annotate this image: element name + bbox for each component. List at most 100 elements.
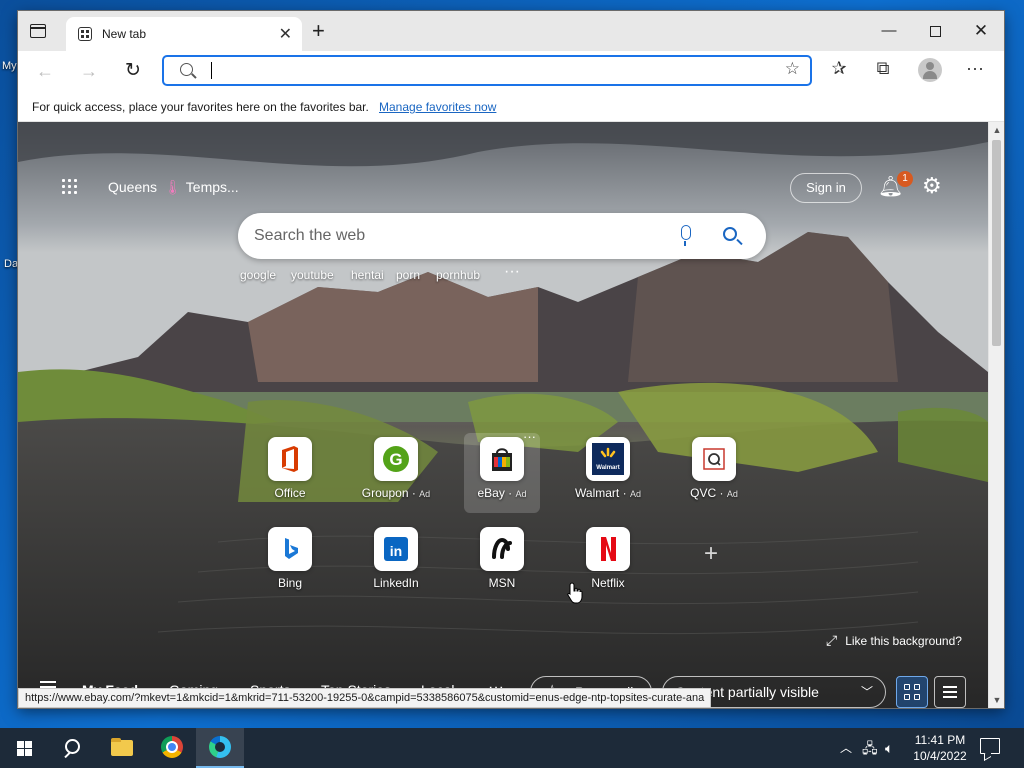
tile-label: Walmart xyxy=(575,486,620,500)
quick-link-tile[interactable]: QVC · Ad xyxy=(676,433,752,509)
walmart-icon: Walmart xyxy=(586,437,630,481)
clock-time: 11:41 PM xyxy=(914,733,966,747)
quick-link-tile[interactable]: G Groupon · Ad xyxy=(358,433,434,509)
ad-label: Ad xyxy=(726,489,738,499)
trending-item[interactable]: google xyxy=(240,268,276,282)
new-tab-favicon-icon xyxy=(78,27,92,41)
taskbar: ︿ 🖧 🔈︎ 11:41 PM 10/4/2022 xyxy=(0,728,1024,768)
web-search-input[interactable] xyxy=(254,225,654,247)
show-hidden-icons-icon[interactable]: ︿ xyxy=(840,728,852,768)
add-quick-link-icon[interactable]: + xyxy=(704,540,718,568)
trending-item[interactable]: pornhub xyxy=(436,268,480,282)
background-image xyxy=(18,122,988,708)
tile-label: Office xyxy=(274,486,306,500)
start-button[interactable] xyxy=(0,728,48,768)
address-input[interactable] xyxy=(208,60,768,82)
office-icon xyxy=(268,437,312,481)
favorites-icon[interactable]: ✰ xyxy=(826,58,852,79)
tab-actions-icon[interactable] xyxy=(30,24,46,38)
list-view-button[interactable] xyxy=(934,676,966,708)
close-window-button[interactable]: ✕ xyxy=(958,11,1004,51)
link-status-bar: https://www.ebay.com/?mkevt=1&mkcid=1&mk… xyxy=(18,688,712,708)
apps-launcher-icon[interactable] xyxy=(62,179,78,195)
volume-icon[interactable]: 🔈︎ xyxy=(885,728,893,768)
quick-link-tile[interactable]: ··· eBay · Ad xyxy=(464,429,540,513)
network-icon[interactable]: 🖧 xyxy=(862,728,878,768)
tile-label: eBay xyxy=(477,486,505,500)
favorites-bar-message: For quick access, place your favorites h… xyxy=(32,100,369,114)
msn-icon xyxy=(480,527,524,571)
add-favorite-icon[interactable]: ☆ xyxy=(785,59,800,79)
svg-text:Walmart: Walmart xyxy=(596,465,619,471)
trending-item[interactable]: hentai xyxy=(351,268,384,282)
sign-in-button[interactable]: Sign in xyxy=(790,173,862,203)
tile-label: Bing xyxy=(277,576,303,590)
like-background-button[interactable]: ⤢ Like this background? xyxy=(826,632,962,649)
file-explorer-icon[interactable] xyxy=(98,728,146,768)
quick-link-tile[interactable]: in LinkedIn xyxy=(358,523,434,599)
scroll-up-icon[interactable]: ▲ xyxy=(989,122,1004,138)
desktop-icon-label[interactable]: My xyxy=(2,60,17,72)
manage-favorites-link[interactable]: Manage favorites now xyxy=(379,100,496,114)
scroll-down-icon[interactable]: ▼ xyxy=(989,692,1004,708)
quick-link-tile[interactable]: MSN xyxy=(464,523,540,599)
svg-text:in: in xyxy=(390,543,402,559)
action-center-icon[interactable] xyxy=(980,738,1000,754)
address-bar[interactable]: ☆ xyxy=(162,55,812,86)
search-icon xyxy=(180,63,193,76)
grid-view-button[interactable] xyxy=(896,676,928,708)
chevron-down-icon: ﹀ xyxy=(860,685,873,699)
profile-avatar[interactable] xyxy=(918,58,942,82)
trending-item[interactable]: youtube xyxy=(291,268,334,282)
taskbar-search-icon[interactable] xyxy=(48,728,96,768)
thermometer-icon: 🌡 xyxy=(164,179,182,195)
tile-label: MSN xyxy=(488,576,516,590)
vertical-scrollbar[interactable]: ▲ ▼ xyxy=(988,122,1004,708)
browser-window: New tab ✕ + — ✕ ← → ↻ ☆ ✰ ⧉ ··· For quic… xyxy=(18,11,1004,708)
weather-widget[interactable]: 🌡 Temps... xyxy=(164,179,239,196)
bing-icon xyxy=(268,527,312,571)
linkedin-icon: in xyxy=(374,527,418,571)
edge-icon[interactable] xyxy=(196,728,244,768)
desktop-icon-label[interactable]: Da xyxy=(4,258,18,270)
collections-icon[interactable]: ⧉ xyxy=(870,58,896,79)
text-caret xyxy=(211,62,212,79)
quick-link-tile[interactable]: Walmart Walmart · Ad xyxy=(570,433,646,509)
chrome-icon[interactable] xyxy=(148,728,196,768)
tile-more-options-icon[interactable]: ··· xyxy=(523,429,536,444)
tab-title: New tab xyxy=(102,27,147,41)
tab-new-tab[interactable]: New tab ✕ xyxy=(66,17,302,51)
svg-text:G: G xyxy=(389,450,402,469)
ad-label: Ad xyxy=(629,489,641,499)
new-tab-button[interactable]: + xyxy=(312,20,325,42)
notification-badge: 1 xyxy=(897,171,913,187)
favorites-bar: For quick access, place your favorites h… xyxy=(18,91,1004,122)
qvc-icon xyxy=(692,437,736,481)
maximize-button[interactable] xyxy=(912,11,958,51)
reload-button[interactable]: ↻ xyxy=(120,59,146,83)
taskbar-clock[interactable]: 11:41 PM 10/4/2022 xyxy=(908,732,972,764)
close-tab-icon[interactable]: ✕ xyxy=(279,24,292,44)
trending-item[interactable]: porn xyxy=(396,268,420,282)
ad-label: Ad xyxy=(419,489,431,499)
tile-label: Groupon xyxy=(361,486,409,500)
back-button[interactable]: ← xyxy=(32,59,58,83)
mouse-cursor-icon xyxy=(567,582,583,604)
like-background-label: Like this background? xyxy=(845,634,962,648)
more-options-icon[interactable]: ··· xyxy=(962,58,988,79)
quick-link-tile[interactable]: Office xyxy=(252,433,328,509)
web-search-box[interactable] xyxy=(238,213,766,259)
location-label[interactable]: Queens xyxy=(108,179,157,195)
temperature-label: Temps... xyxy=(185,179,239,195)
quick-link-tile[interactable]: Bing xyxy=(252,523,328,599)
more-trending-icon[interactable]: ··· xyxy=(504,263,520,281)
netflix-icon xyxy=(586,527,630,571)
tile-label: LinkedIn xyxy=(373,576,419,590)
settings-gear-icon[interactable]: ⚙ xyxy=(922,173,942,199)
minimize-button[interactable]: — xyxy=(866,11,912,51)
microphone-icon[interactable] xyxy=(679,225,691,247)
scrollbar-thumb[interactable] xyxy=(992,140,1001,346)
forward-button[interactable]: → xyxy=(76,59,102,83)
tile-label: Netflix xyxy=(591,576,625,590)
search-icon[interactable] xyxy=(723,227,737,241)
